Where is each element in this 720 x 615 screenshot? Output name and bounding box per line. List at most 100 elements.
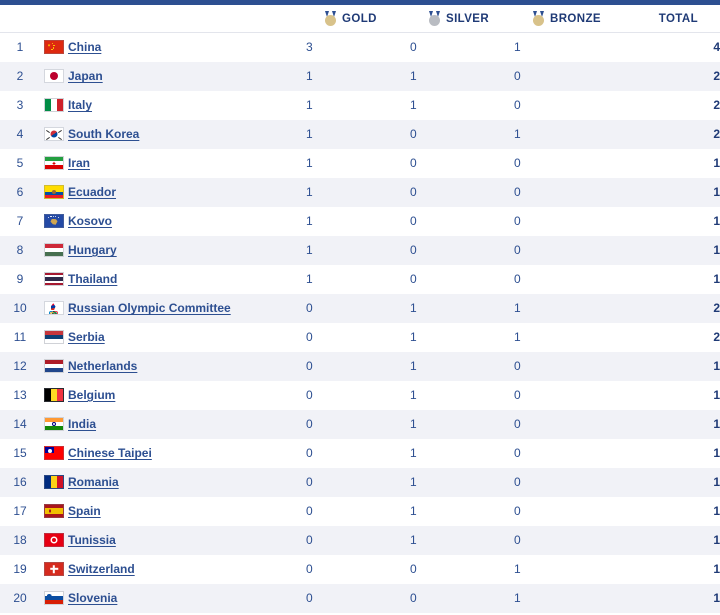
total-count: 1 bbox=[713, 214, 720, 228]
silver-count: 1 bbox=[410, 446, 417, 460]
total-count: 2 bbox=[713, 127, 720, 141]
bronze-count: 1 bbox=[514, 301, 521, 315]
gold-count: 0 bbox=[306, 330, 313, 344]
flag-icon-in bbox=[44, 417, 64, 431]
country-link[interactable]: Switzerland bbox=[68, 562, 135, 576]
country-link[interactable]: Serbia bbox=[68, 330, 105, 344]
table-row[interactable]: 6 Ecuador 1 0 0 1 bbox=[0, 177, 720, 207]
country-link[interactable]: Slovenia bbox=[68, 591, 117, 605]
table-row[interactable]: 15 Chinese Taipei 0 1 0 1 bbox=[0, 438, 720, 468]
country-link[interactable]: Japan bbox=[68, 69, 103, 83]
bronze-count: 0 bbox=[514, 475, 521, 489]
rank-cell: 2 bbox=[16, 69, 24, 83]
table-row[interactable]: 16 Romania 0 1 0 1 bbox=[0, 467, 720, 497]
silver-count: 1 bbox=[410, 475, 417, 489]
country-link[interactable]: Chinese Taipei bbox=[68, 446, 152, 460]
table-row[interactable]: 5 Iran 1 0 0 1 bbox=[0, 148, 720, 178]
country-link[interactable]: Iran bbox=[68, 156, 90, 170]
gold-count: 1 bbox=[306, 243, 313, 257]
total-count: 2 bbox=[713, 69, 720, 83]
country-cell: Thailand bbox=[68, 265, 306, 294]
table-row[interactable]: 9 Thailand 1 0 0 1 bbox=[0, 264, 720, 294]
flag-cell bbox=[40, 352, 68, 381]
total-count: 1 bbox=[713, 272, 720, 286]
country-link[interactable]: Kosovo bbox=[68, 214, 112, 228]
table-row[interactable]: 4 South Korea 1 0 1 2 bbox=[0, 119, 720, 149]
gold-count: 1 bbox=[306, 214, 313, 228]
total-count: 1 bbox=[713, 243, 720, 257]
bronze-count: 0 bbox=[514, 98, 521, 112]
flag-icon-it bbox=[44, 98, 64, 112]
table-row[interactable]: 13 Belgium 0 1 0 1 bbox=[0, 380, 720, 410]
column-header-flag bbox=[40, 5, 68, 33]
country-link[interactable]: Ecuador bbox=[68, 185, 116, 199]
table-row[interactable]: 17 Spain 0 1 0 1 bbox=[0, 496, 720, 526]
column-header-bronze[interactable]: BRONZE bbox=[514, 5, 622, 33]
rank-cell: 20 bbox=[13, 591, 27, 605]
flag-cell bbox=[40, 526, 68, 555]
rank-cell: 11 bbox=[13, 330, 27, 344]
column-header-gold[interactable]: GOLD bbox=[306, 5, 410, 33]
flag-cell bbox=[40, 265, 68, 294]
country-cell: Iran bbox=[68, 149, 306, 178]
silver-count: 1 bbox=[410, 330, 417, 344]
flag-cell bbox=[40, 497, 68, 526]
flag-cell bbox=[40, 294, 68, 323]
table-row[interactable]: 3 Italy 1 1 0 2 bbox=[0, 90, 720, 120]
bronze-label: BRONZE bbox=[550, 12, 601, 25]
column-header-silver[interactable]: SILVER bbox=[410, 5, 514, 33]
flag-icon-roc bbox=[44, 301, 64, 315]
table-row[interactable]: 11 Serbia 0 1 1 2 bbox=[0, 322, 720, 352]
country-link[interactable]: Thailand bbox=[68, 272, 117, 286]
rank-cell: 17 bbox=[13, 504, 27, 518]
flag-cell bbox=[40, 439, 68, 468]
gold-count: 0 bbox=[306, 417, 313, 431]
flag-icon-tn bbox=[44, 533, 64, 547]
table-row[interactable]: 14 India 0 1 0 1 bbox=[0, 409, 720, 439]
total-count: 1 bbox=[713, 185, 720, 199]
gold-medal-icon bbox=[325, 11, 336, 26]
country-link[interactable]: Italy bbox=[68, 98, 92, 112]
gold-count: 1 bbox=[306, 127, 313, 141]
rank-cell: 5 bbox=[16, 156, 24, 170]
table-row[interactable]: 1 China 3 0 1 4 bbox=[0, 32, 720, 62]
table-row[interactable]: 10 Russian Olympic Committee 0 1 1 2 bbox=[0, 293, 720, 323]
country-link[interactable]: Tunissia bbox=[68, 533, 116, 547]
table-row[interactable]: 19 Switzerland 0 0 1 1 bbox=[0, 554, 720, 584]
olympic-medal-table: GOLD SILVER BRONZE TOTAL 1 China 3 0 1 4… bbox=[0, 5, 720, 613]
table-row[interactable]: 12 Netherlands 0 1 0 1 bbox=[0, 351, 720, 381]
table-row[interactable]: 2 Japan 1 1 0 2 bbox=[0, 61, 720, 91]
total-count: 1 bbox=[713, 359, 720, 373]
country-link[interactable]: India bbox=[68, 417, 96, 431]
total-count: 1 bbox=[713, 156, 720, 170]
table-row[interactable]: 8 Hungary 1 0 0 1 bbox=[0, 235, 720, 265]
country-cell: Hungary bbox=[68, 236, 306, 265]
rank-cell: 14 bbox=[13, 417, 27, 431]
table-row[interactable]: 20 Slovenia 0 0 1 1 bbox=[0, 583, 720, 613]
silver-count: 1 bbox=[410, 69, 417, 83]
table-row[interactable]: 18 Tunissia 0 1 0 1 bbox=[0, 525, 720, 555]
gold-label: GOLD bbox=[342, 12, 377, 25]
country-link[interactable]: Netherlands bbox=[68, 359, 137, 373]
column-header-rank bbox=[0, 5, 40, 33]
country-cell: Russian Olympic Committee bbox=[68, 294, 306, 323]
country-link[interactable]: Spain bbox=[68, 504, 101, 518]
country-link[interactable]: Belgium bbox=[68, 388, 115, 402]
bronze-count: 1 bbox=[514, 562, 521, 576]
bronze-count: 0 bbox=[514, 533, 521, 547]
column-header-country bbox=[68, 5, 306, 33]
silver-count: 0 bbox=[410, 127, 417, 141]
country-link[interactable]: China bbox=[68, 40, 101, 54]
column-header-total[interactable]: TOTAL bbox=[622, 5, 720, 33]
gold-count: 1 bbox=[306, 69, 313, 83]
flag-icon-es bbox=[44, 504, 64, 518]
country-link[interactable]: South Korea bbox=[68, 127, 139, 141]
country-cell: Slovenia bbox=[68, 584, 306, 613]
country-link[interactable]: Romania bbox=[68, 475, 119, 489]
country-link[interactable]: Hungary bbox=[68, 243, 117, 257]
table-row[interactable]: 7 Kosovo 1 0 0 1 bbox=[0, 206, 720, 236]
silver-count: 0 bbox=[410, 40, 417, 55]
country-link[interactable]: Russian Olympic Committee bbox=[68, 301, 231, 315]
total-count: 1 bbox=[713, 562, 720, 576]
total-count: 1 bbox=[713, 533, 720, 547]
